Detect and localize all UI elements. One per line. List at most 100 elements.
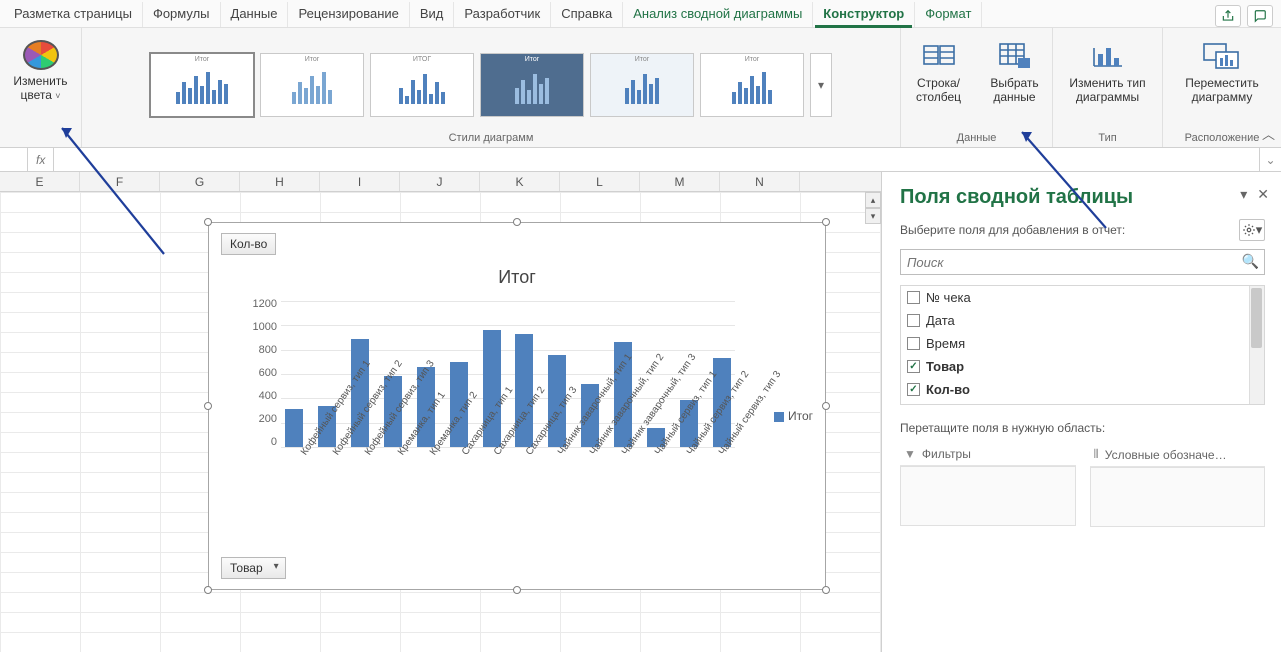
field-item[interactable]: ✓ Товар: [901, 355, 1264, 378]
chart-y-axis: 1200 1000 800 600 400 200 0: [241, 298, 277, 448]
switch-row-column-icon: [919, 38, 959, 72]
palette-icon: [23, 40, 59, 70]
chart-style-2[interactable]: Итог: [260, 53, 364, 117]
tab-formulas[interactable]: Формулы: [143, 2, 221, 27]
field-label: Товар: [926, 359, 964, 374]
resize-handle[interactable]: [822, 218, 830, 226]
move-chart-icon: [1202, 38, 1242, 72]
formula-bar: fx ⌄: [0, 148, 1281, 172]
change-colors-button[interactable]: Изменить цвета ˅: [1, 32, 81, 103]
styles-gallery-more[interactable]: ▾: [810, 53, 832, 117]
gear-icon: [1242, 223, 1256, 237]
tab-data[interactable]: Данные: [221, 2, 289, 27]
move-chart-button[interactable]: Переместить диаграмму: [1168, 32, 1276, 105]
share-button[interactable]: [1215, 5, 1241, 27]
work-area: E F G H I J K L M N ▴ ▾ Кол-во Тов: [0, 172, 1281, 652]
tab-page-layout[interactable]: Разметка страницы: [4, 2, 143, 27]
resize-handle[interactable]: [513, 218, 521, 226]
change-chart-type-button[interactable]: Изменить тип диаграммы: [1058, 32, 1158, 105]
fields-search-input[interactable]: [900, 249, 1265, 275]
fx-label[interactable]: fx: [28, 148, 54, 171]
tab-view[interactable]: Вид: [410, 2, 455, 27]
scroll-up-button[interactable]: ▴: [865, 192, 881, 208]
filters-drop-area[interactable]: ▼Фильтры: [900, 443, 1076, 527]
checkbox[interactable]: ✓: [907, 383, 920, 396]
switch-row-column-label: Строка/ столбец: [916, 76, 961, 104]
tab-help[interactable]: Справка: [551, 2, 623, 27]
checkbox[interactable]: [907, 314, 920, 327]
pane-options-button[interactable]: ▾: [1240, 186, 1247, 203]
col-header[interactable]: H: [240, 172, 320, 191]
chart-style-4[interactable]: Итог: [480, 53, 584, 117]
field-item[interactable]: № чека: [901, 286, 1264, 309]
col-header[interactable]: K: [480, 172, 560, 191]
location-group-label: Расположение: [1171, 130, 1273, 145]
resize-handle[interactable]: [513, 586, 521, 594]
name-box[interactable]: [0, 148, 28, 171]
switch-row-column-button[interactable]: Строка/ столбец: [901, 32, 977, 105]
field-item[interactable]: Дата: [901, 309, 1264, 332]
ytick: 0: [241, 436, 277, 448]
chart-legend[interactable]: Итог: [774, 409, 813, 423]
pivot-chart-object[interactable]: Кол-во Товар Итог 1200 1000 800 600 400 …: [208, 222, 826, 590]
formula-input[interactable]: [54, 148, 1259, 171]
col-header[interactable]: I: [320, 172, 400, 191]
field-label: Кол-во: [926, 382, 970, 397]
share-icon: [1221, 9, 1235, 23]
col-header[interactable]: L: [560, 172, 640, 191]
chart-style-5[interactable]: Итог: [590, 53, 694, 117]
ytick: 200: [241, 413, 277, 425]
chart-style-6[interactable]: Итог: [700, 53, 804, 117]
chart-axis-field-button[interactable]: Товар: [221, 557, 286, 579]
collapse-ribbon-button[interactable]: ︿: [1262, 124, 1275, 143]
legend-drop-area[interactable]: ⦀Условные обозначе…: [1090, 443, 1266, 527]
legend-label: Итог: [788, 409, 813, 423]
chart-bar[interactable]: [285, 409, 303, 447]
change-chart-type-label: Изменить тип диаграммы: [1069, 76, 1145, 104]
checkbox[interactable]: [907, 337, 920, 350]
col-header[interactable]: E: [0, 172, 80, 191]
ytick: 400: [241, 390, 277, 402]
pane-close-button[interactable]: ✕: [1257, 186, 1269, 203]
tab-review[interactable]: Рецензирование: [288, 2, 409, 27]
field-item[interactable]: ✓ Кол-во: [901, 378, 1264, 401]
select-data-button[interactable]: Выбрать данные: [977, 32, 1053, 105]
fields-list[interactable]: № чека Дата Время ✓ Товар ✓ Кол-во: [900, 285, 1265, 405]
scroll-down-button[interactable]: ▾: [865, 208, 881, 224]
field-item[interactable]: Время: [901, 332, 1264, 355]
scrollbar-track[interactable]: [1249, 286, 1264, 404]
tab-pivotchart-analyze[interactable]: Анализ сводной диаграммы: [623, 2, 813, 27]
col-header[interactable]: N: [720, 172, 800, 191]
select-data-label: Выбрать данные: [990, 76, 1038, 104]
checkbox[interactable]: [907, 291, 920, 304]
resize-handle[interactable]: [204, 586, 212, 594]
field-label: Дата: [926, 313, 955, 328]
resize-handle[interactable]: [204, 402, 212, 410]
styles-group-label: Стили диаграмм: [90, 130, 892, 145]
col-header[interactable]: J: [400, 172, 480, 191]
move-chart-label: Переместить диаграмму: [1185, 76, 1259, 104]
ytick: 600: [241, 367, 277, 379]
chart-style-1[interactable]: Итог: [150, 53, 254, 117]
resize-handle[interactable]: [204, 218, 212, 226]
tab-format[interactable]: Формат: [915, 2, 982, 27]
data-group-label: Данные: [909, 130, 1044, 145]
chevron-down-icon: ⌄: [1265, 153, 1275, 167]
pane-layout-button[interactable]: ▾: [1239, 219, 1265, 241]
scrollbar-thumb[interactable]: [1251, 288, 1262, 348]
checkbox[interactable]: ✓: [907, 360, 920, 373]
worksheet-grid[interactable]: E F G H I J K L M N ▴ ▾ Кол-во Тов: [0, 172, 881, 652]
formula-expand-button[interactable]: ⌄: [1259, 148, 1281, 171]
chart-values-field-button[interactable]: Кол-во: [221, 233, 276, 255]
chart-title[interactable]: Итог: [209, 267, 825, 288]
col-header[interactable]: M: [640, 172, 720, 191]
col-header[interactable]: F: [80, 172, 160, 191]
chart-style-3[interactable]: ИТОГ: [370, 53, 474, 117]
drag-areas-label: Перетащите поля в нужную область:: [900, 421, 1265, 435]
search-icon: 🔍: [1242, 253, 1259, 270]
comments-button[interactable]: [1247, 5, 1273, 27]
col-header[interactable]: G: [160, 172, 240, 191]
tab-design[interactable]: Конструктор: [813, 2, 915, 27]
tab-developer[interactable]: Разработчик: [454, 2, 551, 27]
resize-handle[interactable]: [822, 586, 830, 594]
